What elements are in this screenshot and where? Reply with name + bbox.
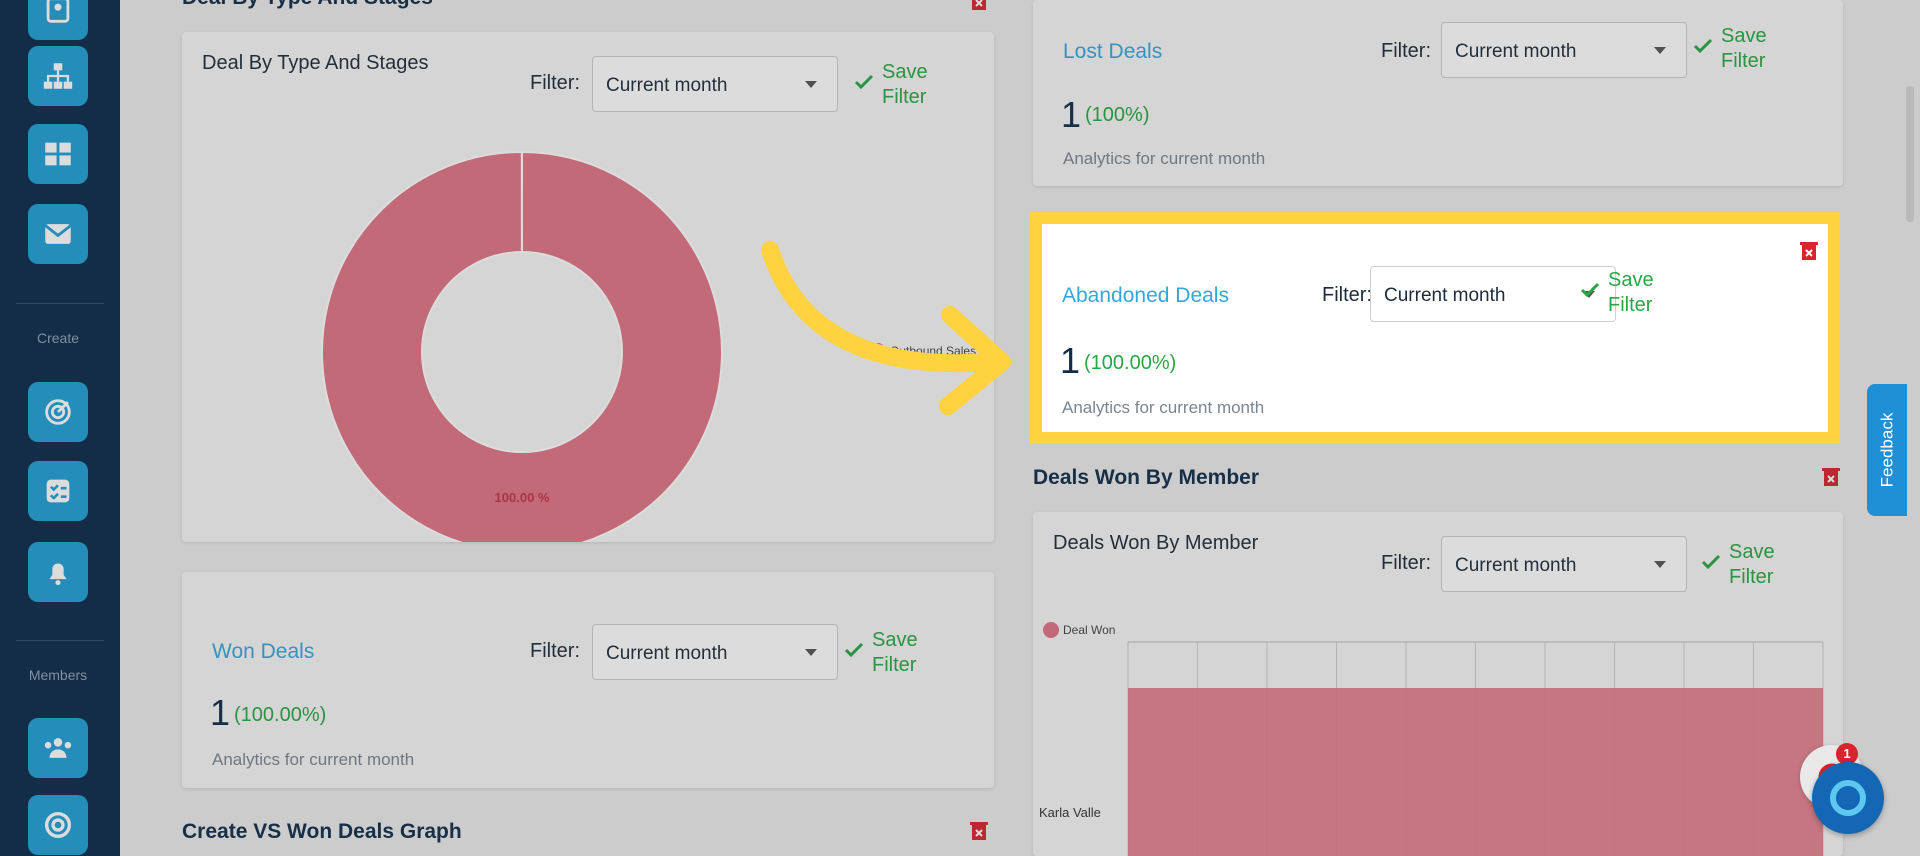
lost-deals-panel: Lost Deals Filter: Current month Save Fi…: [1033, 0, 1843, 186]
chevron-down-icon: [1654, 561, 1666, 568]
feedback-tab[interactable]: Feedback: [1867, 384, 1907, 516]
slice-data-label: 100.00 %: [495, 490, 550, 505]
target-button[interactable]: [28, 382, 88, 442]
filter-value: Current month: [606, 75, 728, 96]
check-icon: [1580, 282, 1600, 298]
chevron-down-icon: [1654, 47, 1666, 54]
tasks-button[interactable]: [28, 461, 88, 521]
filter-value: Current month: [1384, 285, 1506, 306]
dashboard-icon: [45, 142, 71, 166]
target-icon: [45, 399, 71, 425]
filter-label: Filter:: [530, 72, 580, 94]
abandoned-deals-count: 1: [1060, 340, 1081, 381]
save-filter-label: Save Filter: [1608, 269, 1654, 316]
period-filter-select[interactable]: Current month: [592, 624, 838, 680]
section-title-create-vs-won: Create VS Won Deals Graph: [182, 820, 462, 843]
filter-label: Filter:: [530, 640, 580, 662]
deals-won-by-member-panel: Deals Won By Member Filter: Current mont…: [1033, 512, 1843, 856]
legend-label: Deal Won: [1063, 623, 1115, 637]
section-title-deals-won-by-member: Deals Won By Member: [1033, 466, 1260, 489]
delete-widget-icon[interactable]: [970, 820, 988, 840]
bar: [1128, 688, 1823, 856]
filter-value: Current month: [606, 643, 728, 664]
filter-label: Filter:: [1381, 552, 1431, 574]
create-section-label: Create: [36, 330, 80, 346]
filter-label: Filter:: [1322, 284, 1372, 306]
lost-deals-count: 1: [1061, 94, 1082, 135]
filter-value: Current month: [1455, 41, 1577, 62]
members-section-label: Members: [28, 667, 88, 683]
save-filter-label: Save Filter: [1729, 541, 1775, 588]
delete-widget-icon[interactable]: [970, 0, 988, 10]
mail-icon: [44, 224, 72, 244]
abandoned-deals-panel: Abandoned Deals Filter: Current month Sa…: [1030, 212, 1840, 444]
org-chart-button[interactable]: [28, 46, 88, 106]
check-icon: [844, 642, 864, 658]
delete-widget-icon[interactable]: [1800, 240, 1818, 260]
section-title-deal-by-type: Deal By Type And Stages: [182, 0, 433, 10]
reminders-button[interactable]: [28, 542, 88, 602]
panel-title: Deal By Type And Stages: [202, 52, 429, 74]
support-launcher-button[interactable]: [1812, 762, 1884, 834]
tasks-icon: [46, 479, 70, 503]
save-filter-label: Save Filter: [872, 629, 918, 676]
chevron-down-icon: [805, 649, 817, 656]
abandoned-deals-percent: (100.00%): [1084, 352, 1177, 374]
analytics-caption: Analytics for current month: [1063, 149, 1266, 168]
panel-title: Deals Won By Member: [1053, 532, 1259, 554]
delete-widget-icon[interactable]: [1822, 466, 1840, 486]
lost-deals-percent: (100%): [1085, 104, 1150, 126]
sidebar: Create Members: [0, 0, 120, 856]
period-filter-select[interactable]: Current month: [1441, 22, 1687, 78]
won-deals-panel: Won Deals Filter: Current month Save Fil…: [182, 572, 994, 788]
legend-swatch: [1043, 622, 1059, 638]
feedback-label: Feedback: [1877, 412, 1897, 488]
save-filter-label: Save Filter: [1721, 25, 1767, 72]
sidebar-divider: [16, 640, 104, 641]
lost-deals-link[interactable]: Lost Deals: [1063, 40, 1162, 64]
member-bar-chart: Karla Valle Deal Won: [1039, 622, 1824, 856]
period-filter-select[interactable]: Current month: [1441, 536, 1687, 592]
sidebar-divider: [16, 303, 104, 304]
won-deals-count: 1: [210, 692, 231, 733]
chevron-down-icon: [805, 81, 817, 88]
analytics-caption: Analytics for current month: [212, 750, 415, 769]
check-icon: [854, 74, 874, 90]
team-button[interactable]: [28, 718, 88, 778]
contacts-button[interactable]: [28, 0, 88, 40]
goals-button[interactable]: [28, 795, 88, 855]
contacts-icon: [46, 0, 70, 23]
pie-slice: [321, 150, 723, 542]
check-icon: [1701, 554, 1721, 570]
org-chart-icon: [43, 63, 73, 89]
pointer-arrow: [761, 241, 1011, 415]
dashboard-button[interactable]: [28, 124, 88, 184]
goal-icon: [44, 811, 72, 839]
mail-button[interactable]: [28, 204, 88, 264]
check-icon: [1693, 38, 1713, 54]
category-label: Karla Valle: [1039, 805, 1101, 820]
won-deals-link[interactable]: Won Deals: [212, 640, 314, 664]
filter-value: Current month: [1455, 555, 1577, 576]
support-icon: [1830, 780, 1866, 816]
filter-label: Filter:: [1381, 40, 1431, 62]
analytics-caption: Analytics for current month: [1062, 398, 1265, 417]
team-icon: [44, 738, 72, 758]
won-deals-percent: (100.00%): [234, 704, 327, 726]
scrollbar-thumb[interactable]: [1906, 86, 1914, 222]
bell-icon: [49, 563, 67, 586]
abandoned-deals-link[interactable]: Abandoned Deals: [1062, 284, 1229, 308]
